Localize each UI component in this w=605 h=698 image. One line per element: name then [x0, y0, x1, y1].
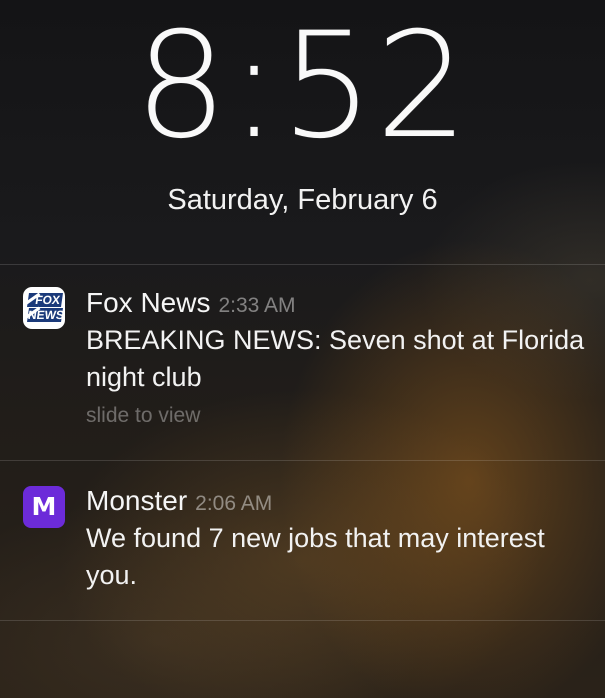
notification-time: 2:06 AM: [195, 492, 273, 515]
notification-message: BREAKING NEWS: Seven shot at Florida nig…: [86, 325, 585, 392]
notification-app-name: Monster: [86, 485, 188, 516]
notification-time: 2:33 AM: [218, 294, 296, 317]
monster-logo-icon: M: [23, 486, 65, 528]
notification-divider: [0, 264, 605, 265]
slide-to-view-hint[interactable]: slide to view: [86, 402, 200, 430]
notification-monster[interactable]: M Monster 2:06 AM We found 7 new jobs tha…: [0, 483, 605, 603]
fox-news-logo-icon: FOX NEWS: [23, 287, 65, 329]
notification-divider: [0, 620, 605, 621]
notification-divider: [0, 460, 605, 461]
notification-fox-news[interactable]: FOX NEWS Fox News 2:33 AM BREAKING NEWS: …: [0, 285, 605, 445]
notification-app-name: Fox News: [86, 287, 211, 318]
notification-message: We found 7 new jobs that may interest yo…: [86, 523, 545, 590]
lock-screen-date: Saturday, February 6: [167, 184, 438, 216]
notification-header: Fox News 2:33 AM: [86, 285, 296, 324]
lock-screen-clock: 8:52: [134, 1, 471, 171]
notification-header: Monster 2:06 AM: [86, 483, 272, 522]
lock-screen: 8:52 Saturday, February 6 FOX NEWS Fox N…: [0, 0, 605, 698]
